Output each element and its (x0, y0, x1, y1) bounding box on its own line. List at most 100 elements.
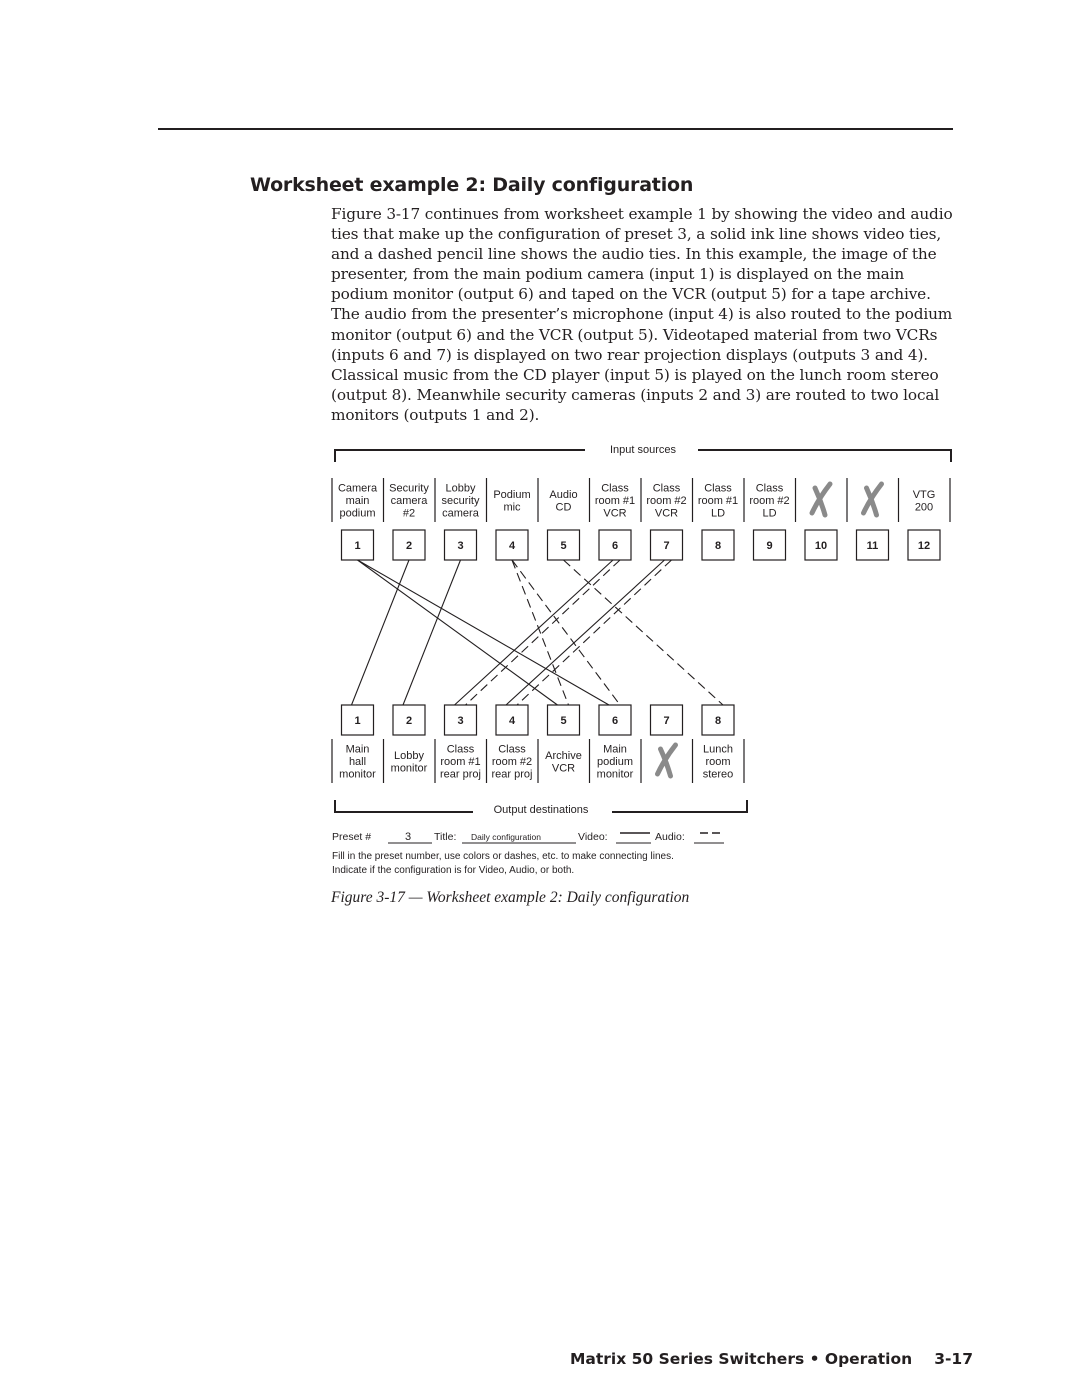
output-label-line: Main (603, 744, 627, 756)
video-tie-line (454, 559, 614, 706)
audio-tie-line (465, 559, 621, 706)
output-number-box (701, 704, 735, 736)
video-label: Video: (578, 831, 608, 843)
section-heading: Worksheet example 2: Daily configuration (250, 174, 694, 196)
input-number: 4 (509, 540, 516, 552)
input-label-line: Lobby (446, 483, 476, 495)
audio-tie-line (516, 559, 672, 706)
input-number-box (546, 529, 581, 561)
input-label-line: Podium (493, 489, 530, 501)
unused-x-icon (861, 481, 884, 518)
video-tie-line (402, 559, 462, 706)
audio-tie-line (511, 559, 621, 706)
output-number-box (649, 704, 684, 736)
input-label-line: Class (601, 483, 629, 495)
output-label-line: stereo (703, 769, 734, 781)
audio-tie-line (511, 559, 570, 706)
input-number-box (752, 529, 787, 561)
output-label-line: monitor (597, 769, 634, 781)
instructions-line-1: Fill in the preset number, use colors or… (332, 851, 674, 862)
input-5: AudioCD 5 (546, 489, 581, 561)
input-6: Classroom #1VCR 6 (595, 483, 635, 561)
video-tie-line (350, 559, 410, 706)
output-number: 6 (612, 715, 618, 727)
input-label-line: Class (653, 483, 681, 495)
output-4: Classroom #2rear proj 4 (492, 704, 533, 781)
input-sources-label: Input sources (610, 444, 677, 456)
output-number: 7 (663, 715, 669, 727)
header-rule (158, 128, 953, 130)
input-number: 1 (354, 540, 360, 552)
output-label-line: hall (349, 756, 366, 768)
output-number: 1 (354, 715, 360, 727)
output-label-line: Lunch (703, 744, 733, 756)
output-number-box (340, 704, 375, 736)
input-number-box (701, 529, 735, 561)
input-label-line: LD (762, 508, 776, 520)
output-number-box (392, 704, 426, 736)
output-label-line: podium (597, 756, 633, 768)
input-sources-bracket (334, 449, 952, 462)
footer-title: Matrix 50 Series Switchers • Operation (570, 1350, 913, 1368)
input-number: 7 (663, 540, 669, 552)
instructions-line-2: Indicate if the configuration is for Vid… (332, 865, 574, 876)
input-number-box (495, 529, 529, 561)
input-11: 11 (855, 481, 890, 561)
output-number: 3 (457, 715, 463, 727)
page-footer: Matrix 50 Series Switchers • Operation 3-… (570, 1350, 973, 1368)
output-number-box (495, 704, 529, 736)
input-number: 11 (867, 540, 879, 552)
input-number: 5 (560, 540, 566, 552)
input-3: Lobbysecuritycamera 3 (442, 483, 480, 561)
video-tie-line (357, 559, 558, 706)
video-tie-line (505, 559, 665, 706)
input-number: 6 (612, 540, 618, 552)
output-6: Mainpodiummonitor 6 (597, 704, 634, 781)
title-label: Title: (434, 831, 456, 843)
output-label-line: monitor (339, 769, 376, 781)
output-8: Lunchroomstereo 8 (701, 704, 735, 781)
output-label-line: rear proj (440, 769, 481, 781)
input-7: Classroom #2VCR 7 (646, 483, 687, 561)
output-number-box (598, 704, 632, 736)
input-number-box (598, 529, 632, 561)
input-label-line: security (442, 495, 480, 507)
unused-x-icon (809, 481, 833, 518)
input-10: 10 (804, 481, 838, 561)
input-2: Securitycamera#2 2 (389, 483, 429, 561)
input-label-line: podium (339, 508, 375, 520)
input-label-line: CD (556, 501, 572, 513)
output-label-line: room #1 (440, 756, 480, 768)
output-label-line: VCR (552, 762, 575, 774)
figure-caption: Figure 3-17 — Worksheet example 2: Daily… (331, 889, 690, 906)
input-label-line: Class (704, 483, 732, 495)
video-tie-line (357, 559, 610, 706)
input-1: Cameramainpodium 1 (338, 483, 378, 561)
title-value: Daily configuration (471, 832, 541, 842)
input-label-line: #2 (403, 508, 415, 520)
output-label-line: rear proj (492, 769, 533, 781)
input-label-line: VTG (913, 489, 936, 501)
output-number: 5 (560, 715, 566, 727)
output-label-line: room (705, 756, 730, 768)
input-label-line: Class (756, 483, 784, 495)
input-label-line: VCR (603, 508, 626, 520)
input-label-line: main (346, 495, 370, 507)
input-number-box (340, 529, 375, 561)
input-number-box (907, 529, 941, 561)
output-2: Lobbymonitor 2 (391, 704, 428, 774)
input-number: 8 (715, 540, 721, 552)
output-label-line: Main (346, 744, 370, 756)
input-number-box (804, 529, 838, 561)
input-label-line: room #2 (646, 495, 686, 507)
output-label-line: Archive (545, 750, 582, 762)
input-label-line: 200 (915, 501, 933, 513)
output-label-line: monitor (391, 762, 428, 774)
input-label-line: VCR (655, 508, 678, 520)
page-number: 3-17 (934, 1350, 973, 1368)
output-7: 7 (649, 704, 684, 779)
input-number: 10 (815, 540, 827, 552)
output-destinations-label: Output destinations (494, 804, 589, 816)
output-destinations-bracket (334, 800, 748, 813)
input-label-line: camera (442, 508, 480, 520)
